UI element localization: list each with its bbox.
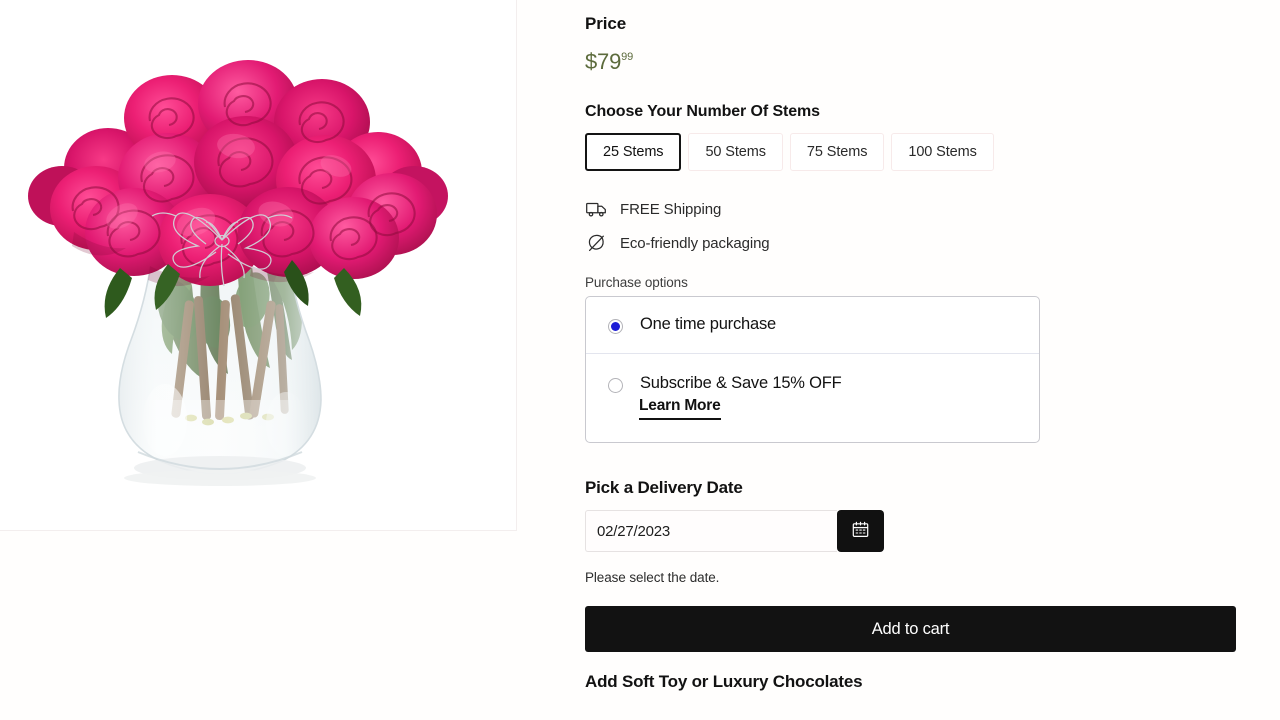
price-amount: $79 bbox=[585, 49, 622, 74]
product-page: Price $79 99 Choose Your Number Of Stems… bbox=[0, 0, 1280, 720]
learn-more-wrapper: Learn More bbox=[586, 397, 1039, 442]
leaf-icon bbox=[585, 233, 607, 253]
purchase-options-legend: Purchase options bbox=[585, 275, 688, 290]
perk-free-shipping-label: FREE Shipping bbox=[620, 200, 722, 218]
purchase-option-subscribe-label: Subscribe & Save 15% OFF bbox=[640, 374, 842, 392]
radio-subscribe-save[interactable] bbox=[608, 378, 623, 393]
price-label: Price bbox=[585, 14, 627, 33]
purchase-option-one-time-label: One time purchase bbox=[640, 315, 777, 333]
purchase-option-one-time[interactable]: One time purchase bbox=[586, 297, 1039, 354]
radio-one-time-purchase[interactable] bbox=[608, 319, 623, 334]
rose-bouquet-illustration bbox=[0, 0, 516, 530]
product-image-frame[interactable] bbox=[0, 0, 517, 531]
stems-option-25[interactable]: 25 Stems bbox=[585, 133, 682, 171]
learn-more-link[interactable]: Learn More bbox=[639, 397, 721, 420]
delivery-date-input[interactable] bbox=[585, 510, 837, 552]
calendar-icon bbox=[852, 521, 869, 541]
stems-heading: Choose Your Number Of Stems bbox=[585, 103, 820, 120]
product-media-column bbox=[0, 0, 518, 720]
stems-option-group: 25 Stems 50 Stems 75 Stems 100 Stems bbox=[585, 133, 1280, 171]
truck-icon bbox=[585, 199, 607, 219]
calendar-picker-button[interactable] bbox=[837, 510, 884, 552]
purchase-options-block: Purchase options One time purchase Subsc… bbox=[585, 275, 1040, 443]
upsell-heading: Add Soft Toy or Luxury Chocolates bbox=[585, 672, 863, 691]
purchase-option-subscribe[interactable]: Subscribe & Save 15% OFF bbox=[586, 354, 1039, 397]
price-value: $79 99 bbox=[585, 51, 1280, 73]
stems-option-75[interactable]: 75 Stems bbox=[789, 133, 885, 171]
product-info-column: Price $79 99 Choose Your Number Of Stems… bbox=[518, 0, 1280, 720]
perk-eco-packaging-label: Eco-friendly packaging bbox=[620, 234, 770, 252]
perk-eco-packaging: Eco-friendly packaging bbox=[585, 230, 1280, 256]
purchase-options-box: One time purchase Subscribe & Save 15% O… bbox=[585, 296, 1040, 443]
product-image[interactable] bbox=[0, 0, 516, 530]
price-cents: 99 bbox=[621, 51, 634, 63]
delivery-date-field-group bbox=[585, 510, 884, 552]
product-perks: FREE Shipping Eco-friendly packaging bbox=[585, 196, 1280, 256]
stems-option-100[interactable]: 100 Stems bbox=[891, 133, 994, 171]
delivery-date-heading: Pick a Delivery Date bbox=[585, 478, 743, 497]
perk-free-shipping: FREE Shipping bbox=[585, 196, 1280, 222]
stems-option-50[interactable]: 50 Stems bbox=[688, 133, 783, 171]
delivery-date-help-text: Please select the date. bbox=[585, 570, 720, 585]
add-to-cart-button[interactable]: Add to cart bbox=[585, 606, 1236, 652]
